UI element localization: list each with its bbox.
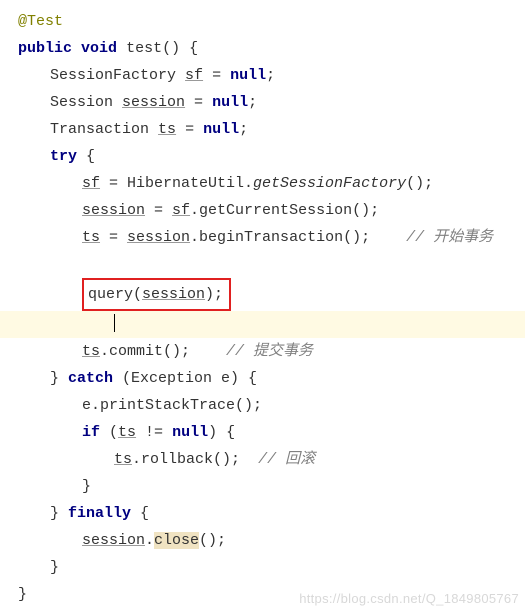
- static-call: getSessionFactory: [253, 175, 406, 192]
- keyword-null: null: [172, 424, 208, 441]
- brace: }: [82, 478, 91, 495]
- code-line: sf = HibernateUtil.getSessionFactory();: [18, 170, 525, 197]
- code-line: Session session = null;: [18, 89, 525, 116]
- type: SessionFactory: [50, 67, 176, 84]
- code-line: } catch (Exception e) {: [18, 365, 525, 392]
- type: Transaction: [50, 121, 149, 138]
- text-cursor-icon: [114, 314, 115, 332]
- keyword-try: try: [50, 148, 77, 165]
- annotation: @Test: [18, 13, 63, 30]
- comment: // 开始事务: [406, 229, 493, 246]
- fn-query: query: [88, 286, 133, 303]
- var-ts: ts: [158, 121, 176, 138]
- highlight-box: query(session);: [82, 278, 231, 311]
- var-session: session: [82, 202, 145, 219]
- code-line: Transaction ts = null;: [18, 116, 525, 143]
- var-ts: ts: [114, 451, 132, 468]
- var-ts: ts: [82, 343, 100, 360]
- code-line-highlight: query(session);: [18, 278, 525, 311]
- code-line: SessionFactory sf = null;: [18, 62, 525, 89]
- var-session: session: [82, 532, 145, 549]
- code-line: session = sf.getCurrentSession();: [18, 197, 525, 224]
- var-session: session: [127, 229, 190, 246]
- code-line: ts.commit(); // 提交事务: [18, 338, 525, 365]
- var-sf: sf: [172, 202, 190, 219]
- code-line: [18, 251, 525, 278]
- var-ts: ts: [82, 229, 100, 246]
- method-name: test: [126, 40, 162, 57]
- code-line: public void test() {: [18, 35, 525, 62]
- code-line: }: [18, 554, 525, 581]
- code-line: try {: [18, 143, 525, 170]
- var-ts: ts: [118, 424, 136, 441]
- code-line: ts.rollback(); // 回滚: [18, 446, 525, 473]
- keyword-null: null: [203, 121, 239, 138]
- highlight-close: close: [154, 532, 199, 549]
- code-line: @Test: [18, 8, 525, 35]
- keyword-void: void: [81, 40, 117, 57]
- code-line: if (ts != null) {: [18, 419, 525, 446]
- code-line: session.close();: [18, 527, 525, 554]
- keyword-catch: catch: [68, 370, 113, 387]
- brace: }: [50, 559, 59, 576]
- code-line: e.printStackTrace();: [18, 392, 525, 419]
- code-line-cursor[interactable]: [0, 311, 525, 338]
- code-line: ts = session.beginTransaction(); // 开始事务: [18, 224, 525, 251]
- var-sf: sf: [185, 67, 203, 84]
- code-line: } finally {: [18, 500, 525, 527]
- var-session: session: [122, 94, 185, 111]
- code-line: }: [18, 473, 525, 500]
- print-stack: e.printStackTrace();: [82, 397, 262, 414]
- keyword-public: public: [18, 40, 72, 57]
- parens: (): [162, 40, 180, 57]
- comment: // 回滚: [258, 451, 315, 468]
- type: Session: [50, 94, 113, 111]
- keyword-null: null: [230, 67, 266, 84]
- brace: }: [18, 586, 27, 603]
- var-sf: sf: [82, 175, 100, 192]
- keyword-if: if: [82, 424, 100, 441]
- code-line: }: [18, 581, 525, 608]
- keyword-null: null: [212, 94, 248, 111]
- brace: {: [189, 40, 198, 57]
- comment: // 提交事务: [226, 343, 313, 360]
- var-session: session: [142, 286, 205, 303]
- keyword-finally: finally: [68, 505, 131, 522]
